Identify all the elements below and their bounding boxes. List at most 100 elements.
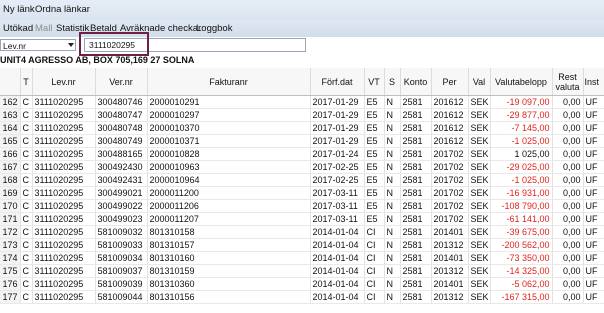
vt-cell: E5	[364, 95, 385, 109]
due-date-cell: 2014-01-04	[310, 277, 365, 291]
table-row[interactable]: 171 C 3111020295 300499023 2000011207 2017-03…	[0, 212, 604, 226]
table-row[interactable]: 162 C 3111020295 300480746 2000010291 2017-01…	[0, 95, 604, 109]
table-row[interactable]: 172 C 3111020295 581009032 801310158 2014-01-…	[0, 225, 604, 239]
supplier-no-cell: 3111020295	[32, 251, 96, 265]
col-header-voucher-no[interactable]: Ver.nr	[95, 68, 148, 96]
due-date-cell: 2014-01-04	[310, 264, 365, 278]
remaining-cell: 0,00	[552, 121, 584, 135]
due-date-cell: 2017-03-11	[310, 186, 365, 200]
col-header-invoice-no[interactable]: Fakturanr	[147, 68, 311, 96]
inst-cell: UF	[583, 225, 604, 239]
invoice-no-cell: 801310156	[147, 290, 311, 304]
vt-cell: E5	[364, 160, 385, 174]
due-date-cell: 2017-03-11	[310, 212, 365, 226]
supplier-no-cell: 3111020295	[32, 212, 96, 226]
s-cell: N	[384, 199, 401, 213]
col-header-due-date[interactable]: Förf.dat	[310, 68, 365, 96]
field-select[interactable]: Lev.nr	[0, 39, 76, 51]
inst-cell: UF	[583, 95, 604, 109]
new-link-link[interactable]: Ny länk	[3, 3, 35, 17]
menu-extended[interactable]: Utökad	[3, 22, 33, 36]
invoice-no-cell: 2000010964	[147, 173, 311, 187]
amount-cell: -167 315,00	[490, 290, 553, 304]
table-row[interactable]: 177 C 3111020295 581009044 801310156 2014-01-…	[0, 290, 604, 304]
s-cell: N	[384, 212, 401, 226]
remaining-cell: 0,00	[552, 264, 584, 278]
row-number: 166	[0, 147, 21, 161]
table-row[interactable]: 173 C 3111020295 581009033 801310157 2014-01-…	[0, 238, 604, 252]
vt-cell: CI	[364, 264, 385, 278]
type-cell: C	[20, 225, 33, 239]
col-header-type[interactable]: T	[20, 68, 33, 96]
invoice-no-cell: 801310158	[147, 225, 311, 239]
account-cell: 2581	[400, 160, 432, 174]
col-header-account[interactable]: Konto	[400, 68, 432, 96]
currency-cell: SEK	[468, 121, 491, 135]
col-header-inst[interactable]: Inst	[583, 68, 604, 96]
col-header-s[interactable]: S	[384, 68, 401, 96]
col-header-remaining[interactable]: Rest valuta	[552, 68, 584, 96]
amount-cell: -16 931,00	[490, 186, 553, 200]
table-row[interactable]: 174 C 3111020295 581009034 801310160 2014-01-…	[0, 251, 604, 265]
col-header-amount[interactable]: Valutabelopp	[490, 68, 553, 96]
table-row[interactable]: 167 C 3111020295 300492430 2000010963 2017-02…	[0, 160, 604, 174]
vt-cell: E5	[364, 121, 385, 135]
invoice-no-cell: 2000010291	[147, 95, 311, 109]
voucher-no-cell: 581009033	[95, 238, 148, 252]
supplier-no-cell: 3111020295	[32, 121, 96, 135]
type-cell: C	[20, 95, 33, 109]
voucher-no-cell: 581009039	[95, 277, 148, 291]
account-cell: 2581	[400, 199, 432, 213]
col-header-supplier-no[interactable]: Lev.nr	[32, 68, 96, 96]
period-cell: 201702	[431, 186, 469, 200]
due-date-cell: 2017-03-11	[310, 199, 365, 213]
amount-cell: -29 025,00	[490, 160, 553, 174]
amount-cell: -39 675,00	[490, 225, 553, 239]
table-row[interactable]: 176 C 3111020295 581009039 801310360 2014-01-…	[0, 277, 604, 291]
voucher-no-cell: 300499021	[95, 186, 148, 200]
invoice-no-cell: 2000011200	[147, 186, 311, 200]
account-cell: 2581	[400, 134, 432, 148]
arrange-links-link[interactable]: Ordna länkar	[35, 3, 90, 17]
s-cell: N	[384, 95, 401, 109]
voucher-no-cell: 581009032	[95, 225, 148, 239]
currency-cell: SEK	[468, 225, 491, 239]
table-row[interactable]: 165 C 3111020295 300480749 2000010371 2017-01…	[0, 134, 604, 148]
amount-cell: -1 025,00	[490, 134, 553, 148]
grid-body: 162 C 3111020295 300480746 2000010291 2017-01…	[0, 95, 604, 304]
voucher-no-cell: 300492430	[95, 160, 148, 174]
s-cell: N	[384, 238, 401, 252]
row-number: 165	[0, 134, 21, 148]
table-row[interactable]: 169 C 3111020295 300499021 2000011200 2017-03…	[0, 186, 604, 200]
due-date-cell: 2017-02-25	[310, 173, 365, 187]
type-cell: C	[20, 121, 33, 135]
amount-cell: -5 062,00	[490, 277, 553, 291]
col-header-vt[interactable]: VT	[364, 68, 385, 96]
table-row[interactable]: 166 C 3111020295 300488165 2000010828 2017-01…	[0, 147, 604, 161]
table-row[interactable]: 175 C 3111020295 581009037 801310159 2014-01-…	[0, 264, 604, 278]
voucher-no-cell: 300480749	[95, 134, 148, 148]
col-header-period[interactable]: Per	[431, 68, 469, 96]
col-header-rownum	[0, 68, 21, 96]
invoice-no-cell: 2000010297	[147, 108, 311, 122]
table-row[interactable]: 164 C 3111020295 300480748 2000010370 2017-01…	[0, 121, 604, 135]
menu-log[interactable]: Loggbok	[196, 22, 232, 36]
currency-cell: SEK	[468, 199, 491, 213]
row-number: 168	[0, 173, 21, 187]
remaining-cell: 0,00	[552, 147, 584, 161]
type-cell: C	[20, 277, 33, 291]
vt-cell: E5	[364, 134, 385, 148]
account-cell: 2581	[400, 225, 432, 239]
s-cell: N	[384, 277, 401, 291]
period-cell: 201612	[431, 95, 469, 109]
remaining-cell: 0,00	[552, 134, 584, 148]
vt-cell: CI	[364, 277, 385, 291]
supplier-no-cell: 3111020295	[32, 290, 96, 304]
table-row[interactable]: 168 C 3111020295 300492431 2000010964 2017-02…	[0, 173, 604, 187]
table-row[interactable]: 170 C 3111020295 300499022 2000011206 2017-03…	[0, 199, 604, 213]
col-header-currency[interactable]: Val	[468, 68, 491, 96]
due-date-cell: 2017-01-29	[310, 121, 365, 135]
table-row[interactable]: 163 C 3111020295 300480747 2000010297 2017-01…	[0, 108, 604, 122]
voucher-no-cell: 300499022	[95, 199, 148, 213]
remaining-cell: 0,00	[552, 186, 584, 200]
